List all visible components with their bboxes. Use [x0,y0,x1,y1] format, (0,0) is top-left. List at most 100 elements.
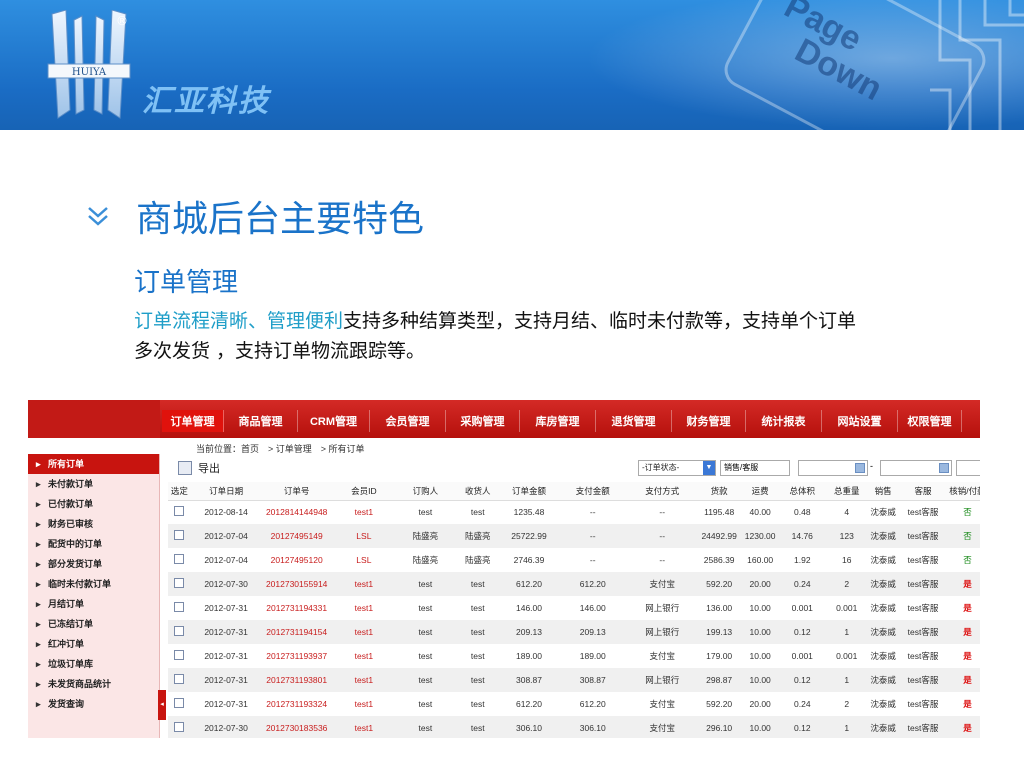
export-button[interactable]: 导出 [178,460,220,476]
left-menu-item[interactable]: 发货查询 [28,694,159,714]
row-checkbox[interactable] [174,674,185,684]
start-date-input[interactable] [798,460,868,476]
left-menu-item[interactable]: 所有订单 [28,454,159,474]
nav-tab-7[interactable]: 财务管理 [672,410,746,432]
nav-tab-10[interactable]: 权限管理 [898,410,962,432]
table-cell: 1 [826,620,868,644]
table-row[interactable]: 2012-07-04 20127495120 LSL 陆盛亮 陆盛亮 2746.39 -- -… [168,548,980,572]
table-row[interactable]: 2012-07-30 2012730155914 test1 test test 612.… [168,572,980,596]
left-menu-item[interactable]: 配货中的订单 [28,534,159,554]
date-range-dash: - [870,461,873,471]
left-menu-item[interactable]: 临时未付款订单 [28,574,159,594]
table-cell: test客服 [907,651,939,661]
nav-tab-5[interactable]: 库房管理 [520,410,596,432]
staff-filter-input[interactable]: 销售/客服 [720,460,790,476]
table-cell: 0.12 [778,716,827,738]
table-cell: test [470,699,485,709]
left-menu-item[interactable]: 月结订单 [28,594,159,614]
table-row[interactable]: 2012-07-31 2012731193324 test1 test test 612.… [168,692,980,716]
table-cell: -- [659,507,666,518]
nav-tab-1[interactable]: 商品管理 [224,410,298,432]
table-cell: 沈泰威 [867,572,900,596]
table-cell: test [470,507,485,518]
table-cell: 否 [963,507,972,518]
nav-tab-6[interactable]: 退货管理 [596,410,672,432]
table-row[interactable]: 2012-07-31 2012731194331 test1 test test 146.… [168,596,980,620]
row-select-cell [168,500,191,524]
table-cell[interactable]: 2012731193937 [261,644,332,668]
order-status-select[interactable]: -订单状态- ▼ [638,460,716,476]
row-checkbox[interactable] [174,698,185,708]
table-cell[interactable]: 2012730183536 [261,716,332,738]
row-checkbox[interactable] [174,530,185,540]
row-checkbox[interactable] [174,578,185,588]
table-cell[interactable]: 2012731194154 [261,620,332,644]
table-cell[interactable]: 20127495120 [261,548,332,572]
table-cell: test客服 [899,716,947,738]
collapse-sidebar-button[interactable]: ◂ [158,690,166,720]
table-row[interactable]: 2012-07-04 20127495149 LSL 陆盛亮 陆盛亮 25722.99 --… [168,524,980,548]
table-cell: 189.00 [515,651,542,661]
column-header: 核销/付款 [946,482,980,501]
row-checkbox[interactable] [174,602,185,612]
table-cell[interactable]: 2012731193801 [261,668,332,692]
table-cell: 0.12 [778,620,827,644]
nav-tab-3[interactable]: 会员管理 [370,410,446,432]
nav-tab-2[interactable]: CRM管理 [298,410,370,432]
section-subtitle: 订单管理 [134,268,239,298]
row-checkbox[interactable] [174,506,185,517]
table-cell: 10.00 [741,716,779,738]
nav-tab-0[interactable]: 订单管理 [162,410,224,432]
table-cell: 支付宝 [628,716,697,738]
left-menu-item[interactable]: 未发货商品统计 [28,674,159,694]
row-checkbox[interactable] [174,722,185,732]
end-date-input[interactable] [880,460,952,476]
table-cell[interactable]: 2012731193324 [261,692,332,716]
circuit-pattern [930,0,1024,130]
table-row[interactable]: 2012-07-31 2012731193801 test1 test test 308.… [168,668,980,692]
row-checkbox[interactable] [174,626,185,636]
table-cell: LSL [356,555,372,565]
calendar-icon[interactable] [855,463,865,473]
table-row[interactable]: 2012-07-31 2012731193937 test1 test test 189.… [168,644,980,668]
table-cell: -- [659,555,666,565]
table-cell[interactable]: 20127495149 [261,524,332,548]
nav-tab-4[interactable]: 采购管理 [446,410,520,432]
column-header: 会员ID [331,482,396,501]
table-cell: 308.87 [557,668,629,692]
left-menu-item[interactable]: 红冲订单 [28,634,159,654]
section-description: 订单流程清晰、管理便利支持多种结算类型，支持月结、临时未付款等，支持单个订单多次… [134,306,874,366]
table-cell[interactable]: 2012731194331 [261,596,332,620]
row-checkbox[interactable] [174,554,185,564]
search-input[interactable] [956,460,980,476]
table-cell[interactable]: 2012730155914 [261,572,332,596]
page-title: 商城后台主要特色 [136,199,425,240]
table-cell: 25722.99 [500,524,558,548]
left-menu-item[interactable]: 财务已审核 [28,514,159,534]
table-cell: 306.10 [500,716,558,738]
left-menu-item[interactable]: 已冻结订单 [28,614,159,634]
calendar-icon[interactable] [939,463,949,473]
table-cell: 1.92 [794,555,811,565]
left-menu-item[interactable]: 部分发货订单 [28,554,159,574]
nav-tab-9[interactable]: 网站设置 [822,410,898,432]
table-cell: test1 [331,572,396,596]
table-cell: 612.20 [557,572,629,596]
table-row[interactable]: 2012-07-30 2012730183536 test1 test test 306.… [168,716,980,738]
left-menu-item[interactable]: 垃圾订单库 [28,654,159,674]
left-menu-item[interactable]: 未付款订单 [28,474,159,494]
row-checkbox[interactable] [174,650,185,660]
left-menu-item[interactable]: 已付款订单 [28,494,159,514]
nav-tab-8[interactable]: 统计报表 [746,410,822,432]
table-row[interactable]: 2012-07-31 2012731194154 test1 test test 209.… [168,620,980,644]
table-cell: 是 [963,651,972,661]
column-header: 订单日期 [190,482,262,501]
table-cell: test [454,668,501,692]
table-cell[interactable]: 2012814144948 [261,500,332,524]
row-select-cell [168,644,191,668]
table-cell: 1 [826,716,868,738]
column-header: 订单号 [261,482,332,501]
table-cell: -- [589,507,596,518]
description-highlight: 订单流程清晰、管理便利 [134,310,344,332]
table-row[interactable]: 2012-08-14 2012814144948 test1 test test 1235… [168,500,980,524]
